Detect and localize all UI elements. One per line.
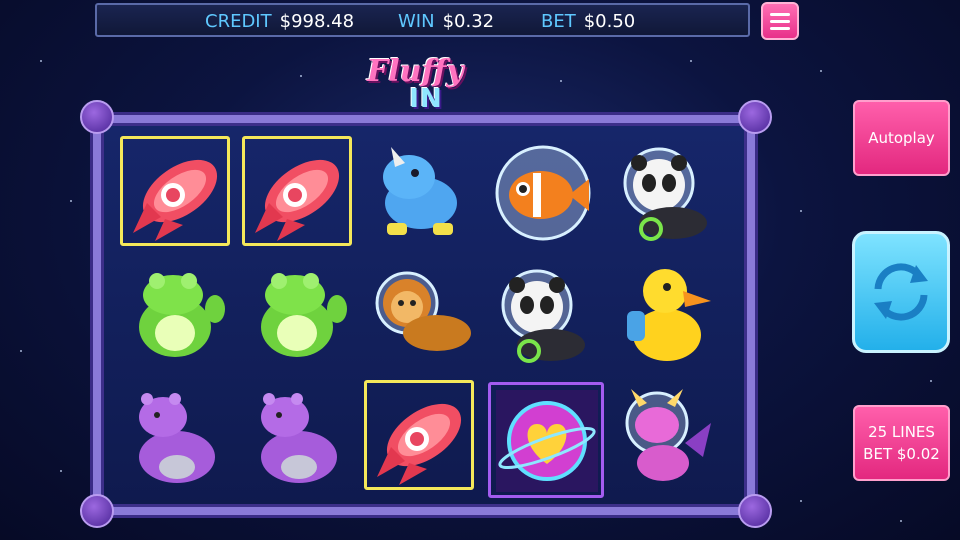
frame-heart-ornament bbox=[80, 494, 114, 528]
frame-heart-ornament bbox=[738, 100, 772, 134]
reel-cell-rocket bbox=[118, 134, 236, 252]
lines-label: 25 LINES bbox=[868, 423, 935, 441]
reel-cell-rocket bbox=[240, 134, 358, 252]
win-highlight bbox=[120, 136, 230, 246]
hippo-icon bbox=[261, 393, 337, 483]
scatter-highlight bbox=[488, 382, 604, 498]
reel-cell-hippo bbox=[240, 378, 358, 496]
reel-cell-rhino bbox=[362, 134, 480, 252]
frame-heart-ornament bbox=[80, 100, 114, 134]
credit-display: CREDIT $998.48 bbox=[205, 11, 354, 32]
reel-cell-panda bbox=[484, 256, 602, 374]
reel-cell-clownfish bbox=[484, 134, 602, 252]
reel-cell-panda bbox=[606, 134, 724, 252]
win-highlight bbox=[242, 136, 352, 246]
reel-cell-rocket bbox=[362, 378, 480, 496]
bet-per-line-label: BET $0.02 bbox=[863, 445, 940, 463]
panda-icon bbox=[623, 147, 707, 241]
status-bar: CREDIT $998.48 WIN $0.32 BET $0.50 bbox=[95, 3, 750, 37]
rhino-icon bbox=[383, 147, 457, 235]
refresh-icon bbox=[874, 263, 928, 321]
frog-icon bbox=[261, 273, 347, 357]
frame-heart-ornament bbox=[738, 494, 772, 528]
bet-value: $0.50 bbox=[583, 11, 636, 32]
win-display: WIN $0.32 bbox=[398, 11, 494, 32]
reel-cell-frog bbox=[118, 256, 236, 374]
reel-cell-duck bbox=[606, 256, 724, 374]
menu-button[interactable] bbox=[761, 2, 799, 40]
win-highlight bbox=[364, 380, 474, 490]
frog-icon bbox=[139, 273, 225, 357]
hamburger-icon bbox=[770, 12, 790, 16]
hippo-icon bbox=[139, 393, 215, 483]
win-label: WIN bbox=[398, 11, 435, 32]
lines-bet-button[interactable]: 25 LINES BET $0.02 bbox=[853, 405, 950, 481]
win-value: $0.32 bbox=[442, 11, 495, 32]
panda-icon bbox=[501, 269, 585, 363]
reel-cell-dragon bbox=[606, 378, 724, 496]
dragon-icon bbox=[625, 389, 711, 481]
duck-icon bbox=[627, 269, 711, 361]
clownfish-icon bbox=[495, 145, 591, 241]
bet-label: BET bbox=[541, 11, 576, 32]
reel-cell-lion bbox=[362, 256, 480, 374]
autoplay-button[interactable]: Autoplay bbox=[853, 100, 950, 176]
credit-value: $998.48 bbox=[279, 11, 355, 32]
lion-icon bbox=[375, 271, 471, 351]
spin-button[interactable] bbox=[852, 231, 950, 353]
reel-cell-frog bbox=[240, 256, 358, 374]
reel-cell-hippo bbox=[118, 378, 236, 496]
credit-label: CREDIT bbox=[205, 11, 272, 32]
bet-display: BET $0.50 bbox=[541, 11, 635, 32]
reel-cell-heart-planet bbox=[488, 382, 606, 500]
